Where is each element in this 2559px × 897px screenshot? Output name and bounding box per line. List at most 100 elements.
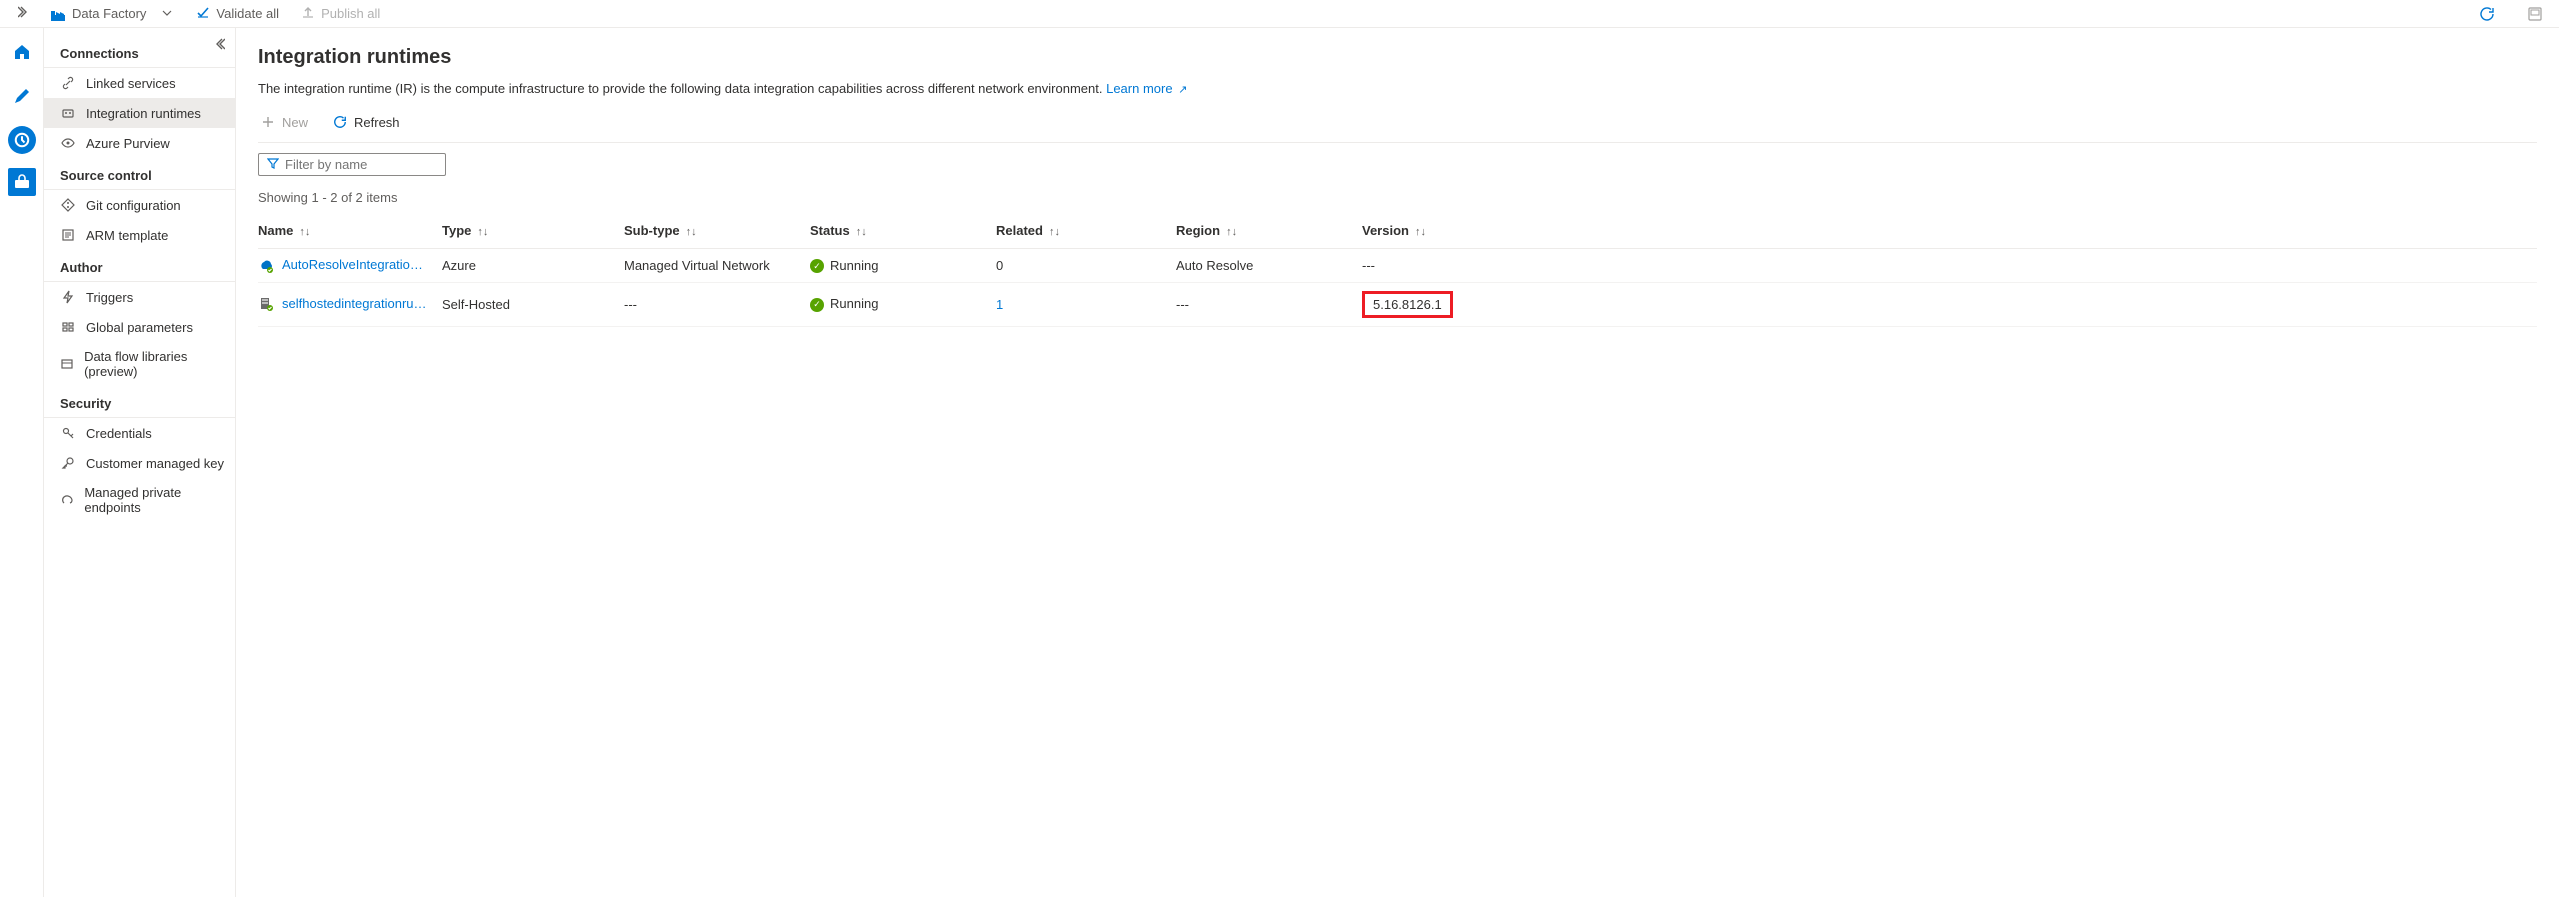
cell-version: 5.16.8126.1 [1362, 282, 2537, 326]
expand-icon[interactable] [18, 6, 30, 21]
cell-type: Self-Hosted [442, 282, 624, 326]
top-bar: Data Factory Validate all Publish all [0, 0, 2559, 28]
validate-all-button[interactable]: Validate all [192, 3, 283, 24]
sidebar-item-label: Data flow libraries (preview) [84, 349, 225, 379]
factory-icon [50, 6, 66, 22]
refresh-global-icon[interactable] [2477, 4, 2497, 24]
col-region[interactable]: Region↑↓ [1176, 213, 1362, 249]
sidebar-item-label: Triggers [86, 290, 133, 305]
col-status[interactable]: Status↑↓ [810, 213, 996, 249]
sidebar-item-triggers[interactable]: Triggers [44, 282, 235, 312]
param-icon [60, 319, 76, 335]
cell-related: 0 [996, 249, 1176, 283]
sidebar-item-customer-managed-key[interactable]: Customer managed key [44, 448, 235, 478]
col-type[interactable]: Type↑↓ [442, 213, 624, 249]
sidebar-item-label: Customer managed key [86, 456, 224, 471]
table-row: AutoResolveIntegrationR...AzureManaged V… [258, 249, 2537, 283]
rail-manage-button[interactable] [8, 168, 36, 196]
cell-name[interactable]: selfhostedintegrationrun... [258, 282, 442, 326]
sidebar-group-title: Connections [44, 36, 235, 68]
nav-rail [0, 28, 44, 897]
col-name[interactable]: Name↑↓ [258, 213, 442, 249]
sidebar-item-azure-purview[interactable]: Azure Purview [44, 128, 235, 158]
cell-subtype: Managed Virtual Network [624, 249, 810, 283]
sidebar-group-title: Security [44, 386, 235, 418]
sidebar-item-label: Credentials [86, 426, 152, 441]
cell-name[interactable]: AutoResolveIntegrationR... [258, 249, 442, 283]
sidebar-item-credentials[interactable]: Credentials [44, 418, 235, 448]
sidebar-item-label: Managed private endpoints [84, 485, 225, 515]
sidebar-item-git-configuration[interactable]: Git configuration [44, 190, 235, 220]
ir-table: Name↑↓ Type↑↓ Sub-type↑↓ Status↑↓ Relate… [258, 213, 2537, 327]
sidebar-group-title: Author [44, 250, 235, 282]
rail-home-button[interactable] [6, 36, 38, 68]
refresh-button[interactable]: Refresh [330, 110, 402, 134]
sidebar-item-managed-private-endpoints[interactable]: Managed private endpoints [44, 478, 235, 522]
credential-icon [60, 425, 76, 441]
rail-monitor-button[interactable] [6, 124, 38, 156]
git-icon [60, 197, 76, 213]
selfhost-ir-icon [258, 296, 274, 312]
sidebar-item-label: Global parameters [86, 320, 193, 335]
library-icon [60, 356, 74, 372]
cell-version: --- [1362, 249, 2537, 283]
external-link-icon: ↗ [1178, 84, 1187, 96]
cell-status: ✓Running [810, 282, 996, 326]
runtime-icon [60, 105, 76, 121]
sidebar-item-label: Azure Purview [86, 136, 170, 151]
sidebar-item-label: Integration runtimes [86, 106, 201, 121]
sidebar-item-arm-template[interactable]: ARM template [44, 220, 235, 250]
key-icon [60, 455, 76, 471]
table-row: selfhostedintegrationrun...Self-Hosted--… [258, 282, 2537, 326]
filter-input[interactable] [285, 157, 461, 172]
sidebar-item-linked-services[interactable]: Linked services [44, 68, 235, 98]
sort-icon[interactable]: ↑↓ [1415, 226, 1426, 238]
sort-icon[interactable]: ↑↓ [856, 226, 867, 238]
filter-icon [267, 157, 279, 172]
template-icon [60, 227, 76, 243]
col-related[interactable]: Related↑↓ [996, 213, 1176, 249]
plus-icon [260, 114, 276, 130]
azure-ir-icon [258, 258, 274, 274]
sidebar-item-label: Linked services [86, 76, 176, 91]
sidebar-group-title: Source control [44, 158, 235, 190]
filter-box[interactable] [258, 153, 446, 176]
sidebar-item-data-flow-libraries-preview-[interactable]: Data flow libraries (preview) [44, 342, 235, 386]
validate-icon [196, 5, 210, 22]
feedback-icon[interactable] [2525, 4, 2545, 24]
col-version[interactable]: Version↑↓ [1362, 213, 2537, 249]
trigger-icon [60, 289, 76, 305]
collapse-sidebar-icon[interactable] [213, 38, 225, 53]
col-subtype[interactable]: Sub-type↑↓ [624, 213, 810, 249]
publish-all-button: Publish all [297, 3, 384, 24]
eye-icon [60, 135, 76, 151]
publish-label: Publish all [321, 6, 380, 21]
new-button[interactable]: New [258, 110, 310, 134]
page-subtitle: The integration runtime (IR) is the comp… [258, 81, 2537, 96]
table-header-row: Name↑↓ Type↑↓ Sub-type↑↓ Status↑↓ Relate… [258, 213, 2537, 249]
cell-related[interactable]: 1 [996, 282, 1176, 326]
rail-author-button[interactable] [6, 80, 38, 112]
sidebar: Connections Linked services Integration ru… [44, 28, 236, 897]
sort-icon[interactable]: ↑↓ [477, 226, 488, 238]
cell-region: Auto Resolve [1176, 249, 1362, 283]
sidebar-item-integration-runtimes[interactable]: Integration runtimes [44, 98, 235, 128]
cell-type: Azure [442, 249, 624, 283]
showing-count: Showing 1 - 2 of 2 items [258, 190, 2537, 205]
page-title: Integration runtimes [258, 46, 2537, 69]
sort-icon[interactable]: ↑↓ [1049, 226, 1060, 238]
sort-icon[interactable]: ↑↓ [686, 226, 697, 238]
publish-icon [301, 5, 315, 22]
chevron-down-icon [162, 6, 172, 21]
sort-icon[interactable]: ↑↓ [299, 226, 310, 238]
breadcrumb-data-factory[interactable]: Data Factory [44, 4, 178, 24]
learn-more-link[interactable]: Learn more ↗ [1106, 81, 1187, 96]
endpoint-icon [60, 492, 74, 508]
sidebar-item-label: Git configuration [86, 198, 181, 213]
sort-icon[interactable]: ↑↓ [1226, 226, 1237, 238]
sidebar-item-global-parameters[interactable]: Global parameters [44, 312, 235, 342]
sidebar-item-label: ARM template [86, 228, 168, 243]
link-icon [60, 75, 76, 91]
status-success-icon: ✓ [810, 298, 824, 312]
main-content: Integration runtimes The integration run… [236, 28, 2559, 897]
